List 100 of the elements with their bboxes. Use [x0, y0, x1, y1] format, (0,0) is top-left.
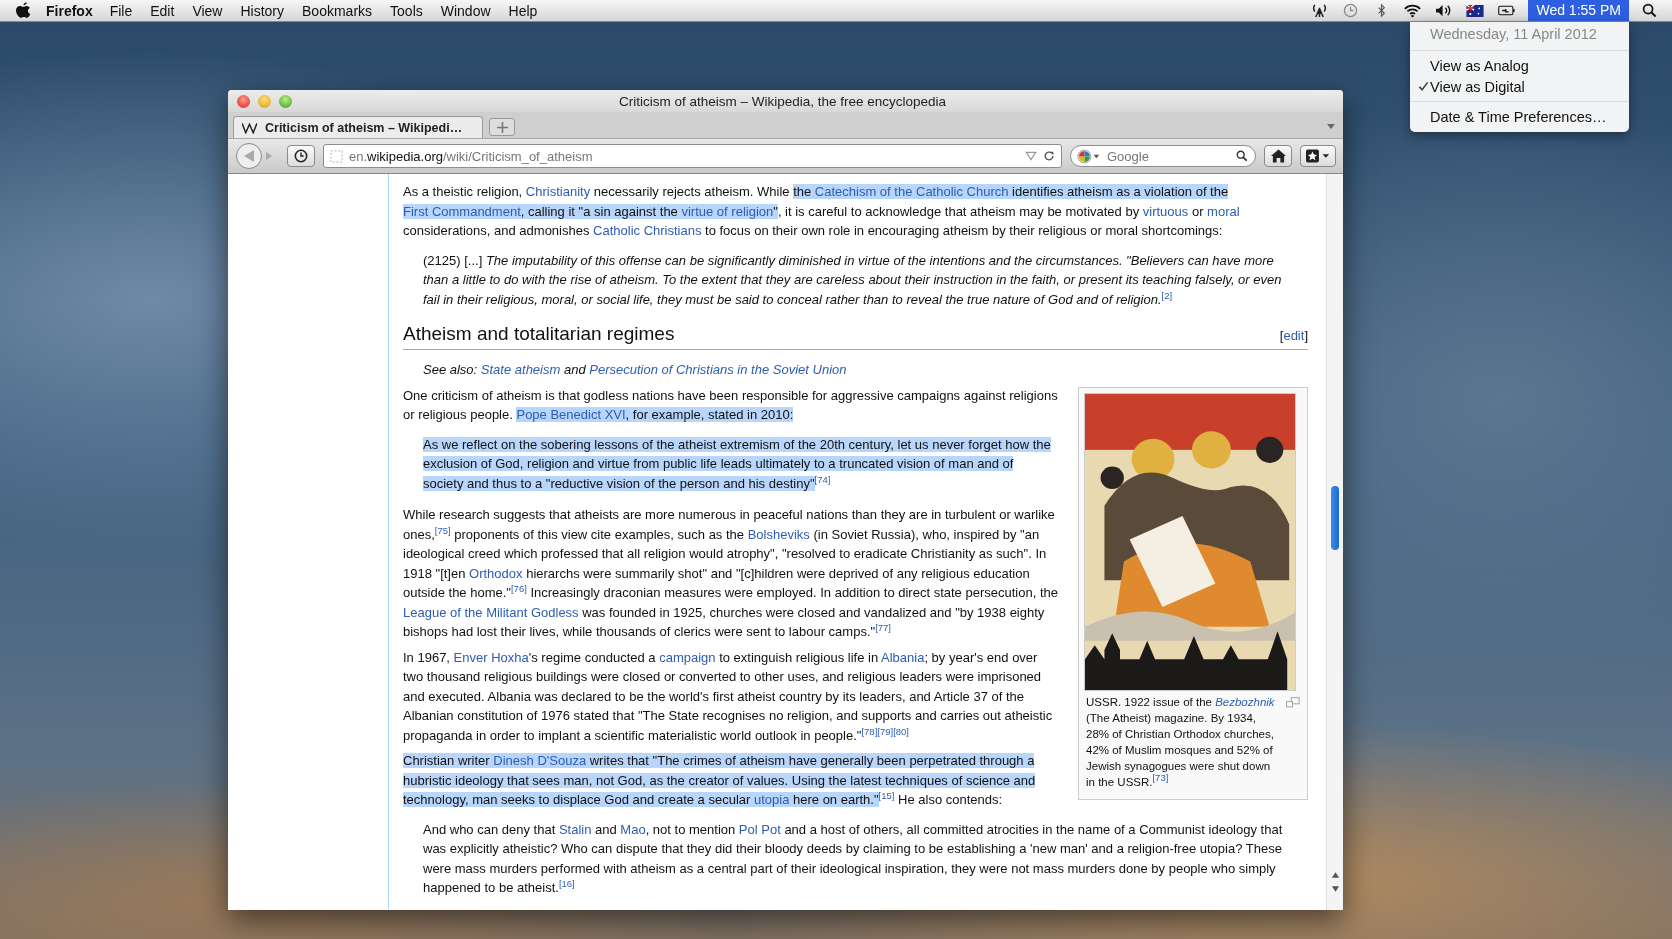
- scroll-up-icon[interactable]: [1330, 871, 1340, 879]
- url-field[interactable]: en.wikipedia.org/wiki/Criticism_of_atheism: [323, 144, 1062, 168]
- home-button[interactable]: [1264, 145, 1292, 167]
- wifi-icon[interactable]: [1404, 3, 1422, 18]
- selected-text: society and thus to a "reductive vision of the person and his destiny": [423, 475, 815, 491]
- selected-text: , calling it "a sin against the: [520, 203, 682, 219]
- clock-menu[interactable]: Wed 1:55 PM: [1528, 0, 1629, 21]
- link[interactable]: State atheism: [480, 362, 561, 377]
- menu-item[interactable]: History: [240, 2, 285, 19]
- scrollbar-thumb[interactable]: [1331, 486, 1339, 550]
- reference-link[interactable]: [79]: [877, 725, 894, 737]
- history-button[interactable]: [287, 145, 315, 167]
- reference-link[interactable]: [73]: [1152, 771, 1169, 783]
- menu-item[interactable]: Date & Time Preferences…: [1410, 106, 1629, 127]
- link[interactable]: Dinesh D'Souza: [493, 753, 587, 768]
- clock-icon[interactable]: [1342, 3, 1360, 18]
- reload-icon[interactable]: [1043, 150, 1055, 162]
- apple-icon[interactable]: [16, 2, 31, 19]
- link[interactable]: Catholic Christians: [593, 223, 702, 238]
- close-button[interactable]: [237, 94, 250, 108]
- search-engine-icon[interactable]: [1077, 149, 1101, 164]
- menu-item[interactable]: File: [109, 2, 133, 19]
- browser-tab[interactable]: Criticism of atheism – Wikipedi…: [233, 116, 483, 138]
- link[interactable]: moral: [1207, 203, 1240, 219]
- menu-item[interactable]: View: [192, 2, 223, 19]
- menu-item[interactable]: Edit: [150, 2, 175, 19]
- link[interactable]: Catechism of the Catholic Church: [814, 184, 1009, 199]
- link[interactable]: utopia: [753, 792, 790, 807]
- reference-link[interactable]: [77]: [875, 621, 891, 633]
- selected-text: ": [773, 203, 778, 219]
- menu-item[interactable]: View as Digital: [1410, 76, 1629, 97]
- reference-link[interactable]: [78]: [861, 725, 878, 737]
- menu-item[interactable]: Window: [440, 2, 491, 19]
- link[interactable]: virtuous: [1142, 203, 1189, 219]
- link[interactable]: Bolsheviks: [747, 526, 810, 542]
- reference-link[interactable]: [15]: [878, 789, 895, 801]
- edit-link[interactable]: [edit]: [1279, 326, 1308, 346]
- selected-text: exclusion of God, religion and virtue from public life leads ultimately to a truncated vision of man and of: [423, 456, 1014, 471]
- scroll-down-icon[interactable]: [1330, 885, 1340, 893]
- reference-link[interactable]: [76]: [510, 582, 527, 594]
- link[interactable]: Persecution of Christians in the Soviet Union: [589, 362, 847, 377]
- search-icon[interactable]: [1236, 150, 1248, 162]
- reference-link[interactable]: [16]: [558, 877, 575, 889]
- bookmarks-button[interactable]: [1300, 145, 1336, 167]
- link[interactable]: Mao: [620, 821, 646, 837]
- link[interactable]: Pope Benedict XVI: [516, 407, 626, 422]
- selected-text: identifies atheism as a violation of the: [1008, 184, 1229, 199]
- new-tab-button[interactable]: [489, 118, 515, 136]
- selected-text: Christian writer: [403, 753, 494, 768]
- menu-item[interactable]: View as Analog: [1410, 55, 1629, 76]
- antenna-icon[interactable]: [1311, 3, 1329, 18]
- reference-link[interactable]: [75]: [434, 524, 451, 536]
- plus-icon: [496, 121, 508, 133]
- selected-text: As we reflect on the sobering lessons of the atheist extremism of the 20th century, let us never forget how the: [423, 436, 1051, 452]
- selected-text: here on earth.": [789, 792, 879, 807]
- link[interactable]: First Commandment: [403, 203, 521, 219]
- link[interactable]: Pol Pot: [738, 821, 781, 837]
- menu-item[interactable]: Help: [508, 2, 538, 19]
- selected-text: , for example, stated in 2010:: [625, 407, 794, 422]
- block-quote: (2125) [...] The imputability of this offense can be significantly diminished in virtue of the intentions and the circumstances. "Believers can have more than a little to do with the rise of atheism. To the extent that they are careless about their instruction in the faith, or present its teaching falsely, or even fail in their religious, moral, or social life, they must be said to conceal rather than to reveal the true nature of God and of religion.$^{[2]}$: [423, 251, 1283, 309]
- selected-text: the: [793, 184, 815, 199]
- link[interactable]: virtue of religion: [681, 203, 774, 219]
- selected-text: writes that "The crimes of atheism have generally been perpetrated through a: [586, 753, 1035, 768]
- home-icon: [1270, 149, 1286, 163]
- block-quote: And who can deny that Stalin and Mao, not to mention Pol Pot and a host of others, all committed atrocities in the name of a Communist ideology that was explicitly atheistic? Who can dispute that they did their bloody deeds by claiming to be establishing a 'new man' and a religion-free utopia? These were mass murders performed with atheism as a central part of their ideological inspiration, they were not mass murders done by people who simply happened to be atheist.$^{[16]}$: [423, 820, 1284, 897]
- site-icon: [330, 149, 343, 163]
- date-label: Wednesday, 11 April 2012: [1429, 25, 1598, 44]
- selected-text: technology, man seeks to displace God and create a secular: [403, 792, 754, 807]
- clock-icon: [294, 149, 308, 163]
- article-paragraph: While research suggests that atheists are more numerous in peaceful nations than they are in turbulent or warlike ones,$^{[75]}$ proponents of this view cite examples, such as the Bolsheviks (in Soviet Russia), who, inspired by "an ideological creed which professed that all religion would atrophy", "resolved to eradicate Christianity as such". In 1918 "[t]en Orthodox hierarchs were summarily shot" and "[c]hildren were deprived of any religious education outside the home."$^{[76]}$ Increasingly draconian measures were employed. In addition to direct state persecution, the League of the Militant Godless was founded in 1925, churches were closed and vandalized and "by 1938 eighty bishops had lost their lives, while thousands of clerics were sent to labour camps."$^{[77]}$: [403, 506, 1059, 641]
- link[interactable]: campaign: [659, 649, 716, 665]
- dropdown-icon[interactable]: [1025, 150, 1037, 162]
- reference-link[interactable]: [2]: [1161, 289, 1173, 301]
- menu-item[interactable]: Bookmarks: [302, 2, 373, 19]
- battery-icon[interactable]: [1498, 3, 1516, 18]
- article-paragraph: One criticism of atheism is that godless nations have been responsible for aggressive campaigns against religions or religious people. Pope Benedict XVI, for example, stated in 2010:: [403, 386, 1059, 424]
- link[interactable]: Enver Hoxha: [453, 649, 529, 665]
- link[interactable]: League of the Militant Godless: [403, 604, 579, 620]
- see-also-note: See also: State atheism and Persecution of Christians in the Soviet Union: [423, 361, 848, 379]
- volume-icon[interactable]: [1435, 3, 1453, 18]
- section-heading: Atheism and totalitarian regimes: [403, 322, 676, 346]
- reference-link[interactable]: [80]: [893, 725, 909, 737]
- app-menu[interactable]: Firefox: [46, 2, 93, 19]
- caret-icon[interactable]: [1327, 124, 1335, 129]
- menu-item[interactable]: Tools: [390, 2, 423, 19]
- image-caption: USSR. 1922 issue of the Bezbozhnik (The Atheist) magazine. By 1934, 28% of Christian Orthodox churches, 42% of Muslim mosques and 52% of Jewish synagogues were shut down in the USSR.$^{[73]}$: [1086, 694, 1276, 790]
- search-icon[interactable]: [1641, 3, 1658, 18]
- article-paragraph: As a theistic religion, Christianity necessarily rejects atheism. While the Catechism of the Catholic Church identifies atheism as a violation of the First Commandment, calling it "a sin against the virtue of religion", it is careful to acknowledge that atheism may be motivated by virtuous or moral considerations, and admonishes Catholic Christians to focus on their own role in encouraging atheism by their religious or moral shortcomings:: [403, 183, 1241, 240]
- link[interactable]: Stalin: [558, 821, 592, 837]
- link[interactable]: Bezbozhnik: [1215, 695, 1275, 708]
- w-favicon-icon: [242, 121, 257, 134]
- selected-text: hubristic ideology that sees man, not God, as the creator of values. Using the latest techniques of science and: [403, 772, 1036, 788]
- reference-link[interactable]: [74]: [814, 473, 831, 485]
- flag-icon[interactable]: [1466, 4, 1485, 17]
- search-field[interactable]: Google: [1070, 145, 1256, 167]
- window-title: Criticism of atheism – Wikipedia, the free encyclopedia: [617, 93, 948, 109]
- article-paragraph: Christian writer Dinesh D'Souza writes that "The crimes of atheism have generally been perpetrated through a hubristic ideology that sees man, not God, as the creator of values. Using the latest techniques of science and technology, man seeks to displace God and create a secular utopia here on earth."$^{[15]}$ He also contends:: [403, 752, 1037, 809]
- link[interactable]: Christianity: [525, 184, 591, 199]
- link[interactable]: Orthodox: [469, 565, 523, 581]
- star-icon: [1306, 149, 1330, 163]
